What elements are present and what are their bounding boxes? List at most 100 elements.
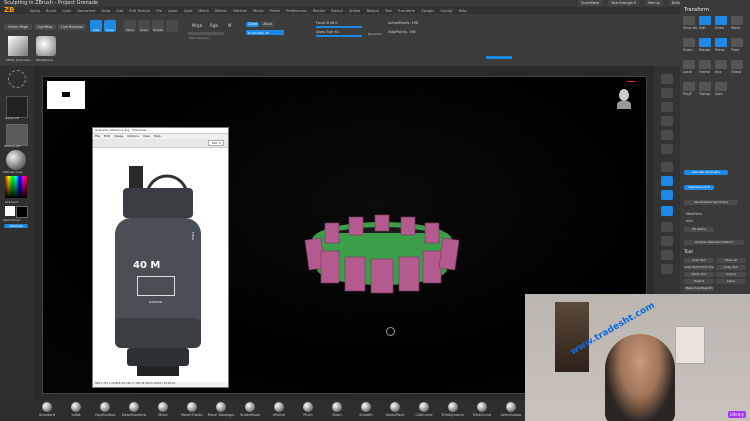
menu-item[interactable]: Picker <box>270 9 280 13</box>
transform-button[interactable] <box>715 16 727 25</box>
menu-item[interactable]: Layer <box>168 9 178 13</box>
edit-button[interactable]: Edit <box>90 20 102 32</box>
alpha-slot[interactable] <box>6 96 28 118</box>
analyze-subtool-button[interactable]: Analyze Selected Subtool <box>684 240 744 245</box>
rgb-intensity-slider[interactable] <box>188 32 224 35</box>
bpr-button[interactable] <box>661 74 673 84</box>
rotate-view-button[interactable] <box>661 264 673 274</box>
color-picker[interactable] <box>5 176 27 198</box>
persp-button[interactable] <box>661 162 673 172</box>
transform-button[interactable] <box>683 38 695 47</box>
polysphere-thumbnail[interactable] <box>36 36 56 56</box>
gizmo-button[interactable]: 3D Gizmo <box>684 227 714 232</box>
transform-button[interactable] <box>715 38 727 47</box>
brush-item[interactable]: SliceCurve <box>469 402 495 417</box>
transform-button[interactable] <box>683 16 695 25</box>
m-toggle[interactable]: M <box>228 23 231 28</box>
move-view-button[interactable] <box>661 236 673 246</box>
brush-item[interactable]: Move Topologic <box>208 402 234 417</box>
transform-button[interactable] <box>699 16 711 25</box>
brush-item[interactable]: Pinch <box>295 402 321 417</box>
tab-lightbox[interactable]: LightBox <box>34 24 56 30</box>
menu-item[interactable]: Transform <box>398 9 415 13</box>
menu-item[interactable]: Edit <box>117 9 124 13</box>
tool-button[interactable]: Export <box>684 279 714 284</box>
material-sphere[interactable] <box>6 150 26 170</box>
focal-shift-slider[interactable] <box>316 26 362 28</box>
transform-button[interactable] <box>699 82 711 91</box>
scale-button[interactable]: Scale <box>138 20 150 32</box>
dynamic-toggle[interactable]: Dynamic <box>368 32 381 36</box>
tool-button[interactable]: Clone <box>716 279 746 284</box>
menu-item[interactable]: Stencil <box>331 9 343 13</box>
modifiers-label[interactable]: Modifiers <box>686 212 702 216</box>
navigation-head-gizmo[interactable] <box>617 89 631 111</box>
z-intensity-slider[interactable]: Z Intensity 25 <box>246 30 284 35</box>
frame-button[interactable] <box>661 222 673 232</box>
local-button[interactable] <box>661 190 673 200</box>
tool-button[interactable]: Load Tool <box>684 258 714 263</box>
brush-item[interactable]: Smooth <box>353 402 379 417</box>
aahalf-button[interactable] <box>661 144 673 154</box>
tab-live-boolean[interactable]: Live Boolean <box>58 24 86 30</box>
brush-item[interactable]: Move <box>150 402 176 417</box>
transform-button[interactable] <box>715 82 727 91</box>
zoom-button[interactable] <box>661 116 673 126</box>
draw-button[interactable]: Draw <box>104 20 116 32</box>
zsub-button[interactable]: Zsub <box>261 22 274 27</box>
main-color-swatch[interactable] <box>5 206 15 216</box>
brush-item[interactable]: Move Elastic <box>179 402 205 417</box>
menu-item[interactable]: Macro <box>198 9 209 13</box>
texture-slot[interactable] <box>6 124 28 146</box>
brush-item[interactable]: ClayBuildup <box>92 402 118 417</box>
menu-item[interactable]: Marker <box>215 9 227 13</box>
menus-button[interactable]: Menus <box>645 0 663 6</box>
transform-button[interactable] <box>683 60 695 69</box>
brush-item[interactable]: TrimDynamic <box>440 402 466 417</box>
tab-home-page[interactable]: Home Page <box>4 24 32 30</box>
draw-size-slider[interactable] <box>316 35 362 37</box>
reference-image-window[interactable]: Grenade_reference.jpg - IrfanView File Ed… <box>92 127 229 388</box>
rgb-toggle[interactable]: Rgb <box>210 23 218 28</box>
brush-item[interactable]: DamStandard <box>121 402 147 417</box>
floor-button[interactable] <box>661 176 673 186</box>
spix-button[interactable] <box>661 88 673 98</box>
transform-button[interactable] <box>699 38 711 47</box>
menu-item[interactable]: Brush <box>46 9 56 13</box>
brush-item[interactable]: hPolish <box>266 402 292 417</box>
menu-item[interactable]: Light <box>184 9 193 13</box>
brush-item[interactable]: Slash <box>324 402 350 417</box>
info-label[interactable]: Info <box>686 219 693 223</box>
zadd-button[interactable]: Zadd <box>246 22 259 27</box>
menu-item[interactable]: Zscript <box>440 9 452 13</box>
actual-button[interactable] <box>661 130 673 140</box>
menu-item[interactable]: Movie <box>253 9 263 13</box>
tool-button[interactable]: Paste Tool <box>684 272 714 277</box>
menu-item[interactable]: Alpha <box>30 9 40 13</box>
scroll-button[interactable] <box>661 102 673 112</box>
brush-item[interactable]: Inflat <box>63 402 89 417</box>
menu-item[interactable]: Edit Texture <box>129 9 150 13</box>
zoom3d-button[interactable] <box>661 250 673 260</box>
xyz-button[interactable] <box>661 206 673 216</box>
transform-button[interactable] <box>731 16 743 25</box>
radial-count-slider[interactable]: RadialCount 8 <box>684 185 714 190</box>
see-through-slider[interactable]: See-through 0 <box>608 0 640 6</box>
polymesh-thumbnail[interactable] <box>8 36 28 56</box>
tool-button[interactable]: Copy Tool <box>716 265 746 270</box>
brush-item[interactable]: SnakeHook <box>237 402 263 417</box>
tool-button[interactable]: Save As <box>716 258 746 263</box>
transform-button[interactable] <box>731 38 743 47</box>
tool-button[interactable]: Make PolyMesh3D <box>684 286 714 291</box>
scroll-indicator[interactable] <box>486 56 512 59</box>
quicksave-button[interactable]: QuickSave <box>577 0 603 6</box>
menu-item[interactable]: Preferences <box>286 9 307 13</box>
tool-button[interactable]: Import <box>716 272 746 277</box>
brush-stroke-icon[interactable] <box>8 70 26 88</box>
menu-item[interactable]: Stroke <box>349 9 360 13</box>
brush-item[interactable]: ClipCurve <box>411 402 437 417</box>
menu-item[interactable]: File <box>156 9 162 13</box>
transform-button[interactable] <box>731 60 743 69</box>
menu-item[interactable]: Help <box>459 9 467 13</box>
menu-item[interactable]: Tool <box>385 9 392 13</box>
